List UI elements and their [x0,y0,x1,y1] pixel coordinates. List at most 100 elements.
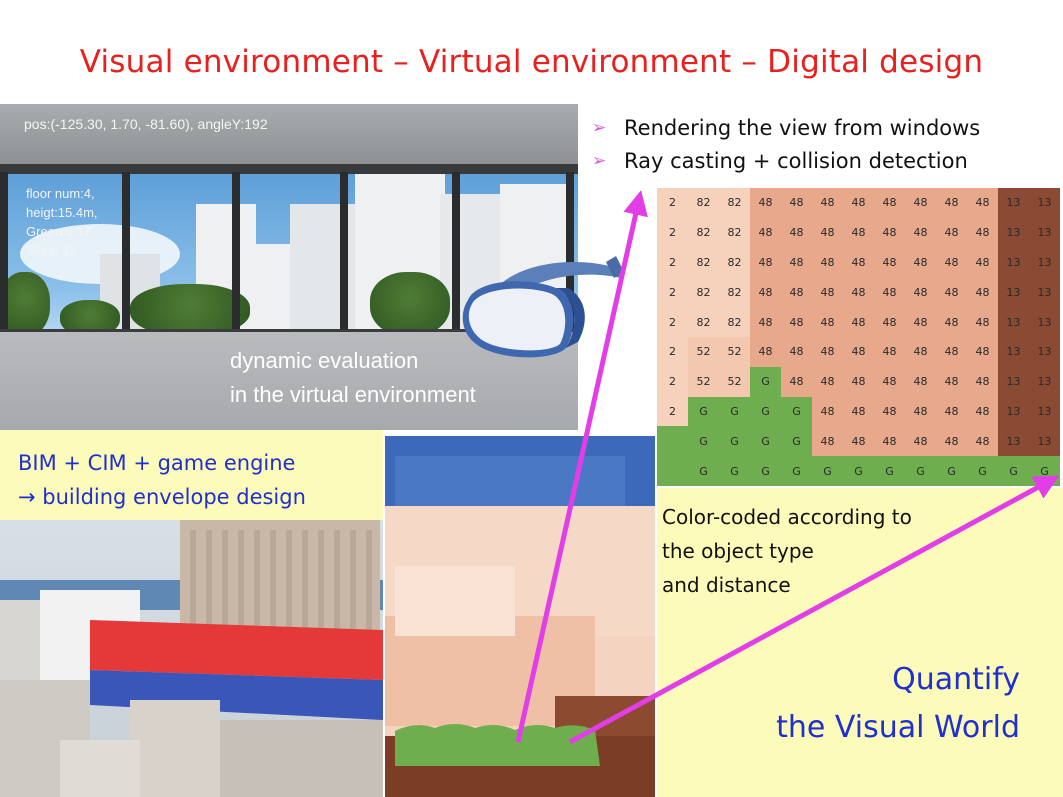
grid-cell: G [967,456,998,486]
vr-caption: dynamic evaluation in the virtual enviro… [230,344,476,412]
grid-cell: 13 [998,336,1029,367]
grid-cell: 48 [905,426,936,457]
grid-cell: 48 [812,277,843,308]
grid-cell: G [843,456,874,486]
grid-cell: 2 [657,247,688,278]
bullet-text: Rendering the view from windows [624,116,981,140]
vr-caption-line: dynamic evaluation [230,348,419,373]
grid-cell: G [874,456,905,486]
grid-cell: 82 [688,188,719,218]
grid-cell: 48 [843,188,874,218]
grid-cell: 48 [843,396,874,427]
grid-cell: 2 [657,336,688,367]
bim-text: BIM + CIM + game engine → building envel… [18,446,306,514]
grid-cell: 48 [781,336,812,367]
grid-cell: 48 [967,307,998,337]
grid-cell: 82 [688,307,719,337]
grid-cell: 48 [874,277,905,308]
grid-cell: 48 [936,396,967,427]
grid-cell: 48 [967,277,998,308]
grid-cell: 48 [843,307,874,337]
grid-cell: 48 [812,188,843,218]
grid-cell: 48 [936,426,967,457]
grid-cell: 48 [936,217,967,248]
grid-cell: 48 [750,247,781,278]
grid-cell [657,426,688,457]
grid-cell: 48 [812,336,843,367]
grid-cell: 48 [905,217,936,248]
hud-stats: floor num:4, heigt:15.4m, Green:0.17, Sk… [26,184,98,260]
grid-cell: 48 [967,247,998,278]
grid-cell: G [905,456,936,486]
grid-cell: 48 [781,366,812,397]
grid-cell: 48 [781,277,812,308]
grid-cell: 48 [874,396,905,427]
grid-cell: 2 [657,217,688,248]
distance-grid: 2 82 82 48 48 48 48 48 48 48 48 13 13 2 82 82 48 48 48 48 48… [657,188,1060,486]
grid-cell: 48 [812,217,843,248]
grid-cell: 52 [688,336,719,367]
grid-cell: G [936,456,967,486]
color-coded-line: and distance [662,573,791,597]
grid-cell: 48 [967,426,998,457]
grid-cell: 48 [843,247,874,278]
grid-cell: 13 [998,307,1029,337]
grid-cell: 82 [719,188,750,218]
grid-cell: G [781,426,812,457]
grid-cell: 48 [843,336,874,367]
grid-cell: 13 [1029,366,1060,397]
grid-cell: 48 [936,366,967,397]
grid-cell: 48 [781,307,812,337]
grid-cell: G [688,396,719,427]
grid-cell: G [719,426,750,457]
grid-cell: 48 [967,217,998,248]
grid-cell: 82 [688,247,719,278]
quantify-line: Quantify [892,662,1020,697]
grid-cell: 48 [905,188,936,218]
grid-cell: G [750,456,781,486]
arrow-bullet-icon: ➢ [592,151,607,171]
grid-cell: 82 [719,277,750,308]
grid-cell: G [750,396,781,427]
bullet-text: Ray casting + collision detection [624,149,968,173]
grid-cell: G [688,426,719,457]
grid-cell: 48 [750,307,781,337]
grid-cell: 48 [812,307,843,337]
grid-cell: 48 [936,336,967,367]
grid-cell: 52 [719,366,750,397]
hud-green: Green:0.17, [26,224,95,239]
color-coded-text: Color-coded according to the object type… [662,500,912,602]
bim-line: → building envelope design [18,485,306,509]
grid-cell: G [998,456,1029,486]
grid-cell: 48 [905,247,936,278]
grid-cell: 48 [905,366,936,397]
grid-cell: 48 [843,426,874,457]
grid-cell: 13 [1029,188,1060,218]
grid-cell: 48 [874,307,905,337]
grid-cell: 13 [998,396,1029,427]
grid-cell: 13 [998,366,1029,397]
grid-cell: G [719,396,750,427]
bullet-item: ➢ Rendering the view from windows [592,112,980,145]
grid-cell: 82 [719,307,750,337]
grid-cell: G [812,456,843,486]
grid-cell: 48 [967,396,998,427]
color-coded-line: Color-coded according to [662,505,912,529]
grid-cell: 48 [874,188,905,218]
grid-cell: 48 [874,217,905,248]
grid-cell: 48 [967,366,998,397]
grid-cell: 13 [998,426,1029,457]
grid-cell: 48 [750,188,781,218]
grid-cell: 82 [688,277,719,308]
vr-headset-icon [462,256,624,358]
bim-line: BIM + CIM + game engine [18,451,296,475]
grid-cell: 48 [750,336,781,367]
window-frame-top [0,164,578,174]
grid-cell: 13 [998,277,1029,308]
grid-cell: 48 [812,426,843,457]
grid-cell: 2 [657,188,688,218]
grid-cell: G [688,456,719,486]
grid-cell: 48 [781,188,812,218]
ray-cast-render [385,436,655,797]
grid-cell: 2 [657,396,688,427]
